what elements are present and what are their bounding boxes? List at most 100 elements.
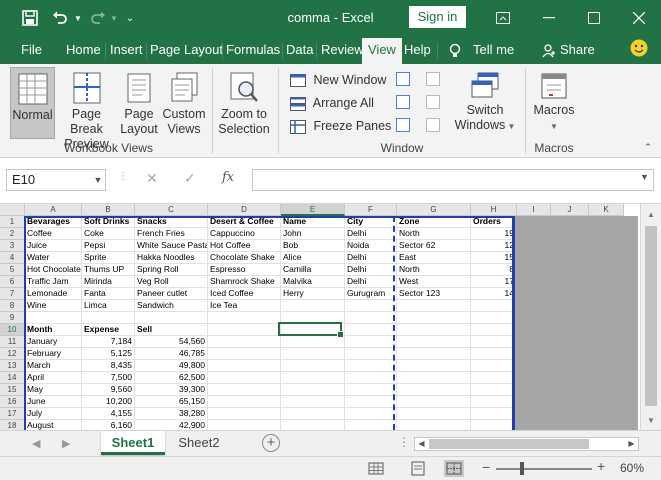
- sheet-tab-sheet1[interactable]: Sheet1: [101, 431, 165, 455]
- tab-view[interactable]: View: [362, 38, 402, 64]
- horizontal-scrollbar[interactable]: ◀ ▶: [414, 437, 639, 451]
- cell[interactable]: Gurugram: [345, 288, 397, 300]
- cell[interactable]: [208, 348, 281, 360]
- formula-bar-options-icon[interactable]: ⋮: [118, 171, 128, 182]
- page-break-right[interactable]: [512, 216, 515, 430]
- cell[interactable]: Paneer cutlet: [135, 288, 208, 300]
- page-break-preview-icon[interactable]: [444, 460, 464, 477]
- name-box-dropdown-icon[interactable]: ▼: [90, 169, 106, 191]
- cell[interactable]: 65,150: [135, 396, 208, 408]
- add-sheet-icon[interactable]: +: [262, 434, 280, 452]
- column-header[interactable]: K: [589, 204, 624, 216]
- synchronous-scrolling-icon[interactable]: [426, 95, 440, 109]
- horizontal-scroll-thumb[interactable]: [429, 439, 589, 449]
- zoom-level[interactable]: 60%: [620, 461, 644, 475]
- unhide-icon[interactable]: [396, 118, 410, 132]
- cell[interactable]: North: [397, 228, 471, 240]
- cell[interactable]: 7,500: [82, 372, 135, 384]
- collapse-ribbon-icon[interactable]: ⌃: [640, 140, 656, 154]
- cell[interactable]: Coke: [82, 228, 135, 240]
- zoom-to-selection-button[interactable]: Zoom to Selection: [215, 67, 273, 139]
- page-layout-icon[interactable]: [408, 460, 428, 477]
- cell[interactable]: [208, 324, 281, 336]
- cell[interactable]: 17: [471, 276, 517, 288]
- cell[interactable]: 14: [471, 288, 517, 300]
- cell[interactable]: [281, 348, 345, 360]
- row-header[interactable]: 17: [0, 408, 25, 420]
- scroll-up-icon[interactable]: ▲: [641, 208, 661, 222]
- cell[interactable]: [471, 360, 517, 372]
- cell[interactable]: [25, 312, 82, 324]
- expand-formula-bar-icon[interactable]: ▼: [640, 172, 649, 182]
- cell[interactable]: [208, 360, 281, 372]
- vertical-scroll-thumb[interactable]: [645, 226, 657, 406]
- cell[interactable]: [397, 300, 471, 312]
- column-header[interactable]: J: [551, 204, 589, 216]
- cell[interactable]: White Sauce Pasta: [135, 240, 208, 252]
- column-header[interactable]: F: [345, 204, 397, 216]
- cell[interactable]: [471, 384, 517, 396]
- undo-dropdown-icon[interactable]: ▼: [72, 0, 84, 36]
- tell-me-icon[interactable]: [443, 36, 467, 64]
- cell[interactable]: [397, 408, 471, 420]
- cell[interactable]: [397, 336, 471, 348]
- row-header[interactable]: 14: [0, 372, 25, 384]
- cell[interactable]: Sector 123: [397, 288, 471, 300]
- scroll-left-icon[interactable]: ◀: [415, 437, 428, 451]
- cell[interactable]: Sell: [135, 324, 208, 336]
- row-header[interactable]: 10: [0, 324, 25, 336]
- cell[interactable]: [345, 300, 397, 312]
- cell[interactable]: [82, 312, 135, 324]
- row-header[interactable]: 15: [0, 384, 25, 396]
- cell[interactable]: Shamrock Shake: [208, 276, 281, 288]
- freeze-panes-button[interactable]: Freeze Panes ▼: [290, 116, 403, 136]
- cell[interactable]: Mirinda: [82, 276, 135, 288]
- cell[interactable]: Hakka Noodles: [135, 252, 208, 264]
- cell[interactable]: Sprite: [82, 252, 135, 264]
- tab-page-layout[interactable]: Page Layout: [144, 36, 229, 64]
- row-header[interactable]: 9: [0, 312, 25, 324]
- normal-view-icon[interactable]: [366, 460, 386, 477]
- cell[interactable]: August: [25, 420, 82, 430]
- cell[interactable]: Pepsi: [82, 240, 135, 252]
- cell[interactable]: [471, 336, 517, 348]
- cell[interactable]: [208, 396, 281, 408]
- arrange-all-button[interactable]: Arrange All: [290, 93, 374, 113]
- cell[interactable]: [397, 372, 471, 384]
- row-header[interactable]: 3: [0, 240, 25, 252]
- page-break-dashed[interactable]: [393, 216, 395, 430]
- view-side-by-side-icon[interactable]: [426, 72, 440, 86]
- cell[interactable]: 6,160: [82, 420, 135, 430]
- cell[interactable]: [208, 408, 281, 420]
- cell[interactable]: [345, 348, 397, 360]
- new-window-button[interactable]: New Window: [290, 70, 386, 90]
- macros-button[interactable]: Macros ▼: [530, 67, 578, 139]
- cell[interactable]: Cappuccino: [208, 228, 281, 240]
- column-header[interactable]: E: [281, 204, 345, 216]
- cell[interactable]: [345, 384, 397, 396]
- sign-in-button[interactable]: Sign in: [409, 6, 466, 28]
- split-icon[interactable]: [396, 72, 410, 86]
- cell[interactable]: Sandwich: [135, 300, 208, 312]
- scroll-right-icon[interactable]: ▶: [625, 437, 638, 451]
- cell[interactable]: [397, 396, 471, 408]
- outside-print-area[interactable]: [514, 216, 638, 430]
- cell[interactable]: 54,560: [135, 336, 208, 348]
- cell[interactable]: [345, 372, 397, 384]
- cell[interactable]: Ice Tea: [208, 300, 281, 312]
- cell[interactable]: Noida: [345, 240, 397, 252]
- cell[interactable]: May: [25, 384, 82, 396]
- cell[interactable]: [208, 336, 281, 348]
- cell[interactable]: 8,435: [82, 360, 135, 372]
- cell[interactable]: Camilla: [281, 264, 345, 276]
- zoom-slider[interactable]: [496, 468, 592, 470]
- tab-data[interactable]: Data: [280, 36, 319, 64]
- cell[interactable]: Delhi: [345, 276, 397, 288]
- cell[interactable]: Bob: [281, 240, 345, 252]
- cell[interactable]: [281, 420, 345, 430]
- column-header[interactable]: C: [135, 204, 208, 216]
- zoom-out-icon[interactable]: −: [482, 459, 490, 475]
- column-header[interactable]: B: [82, 204, 135, 216]
- cell[interactable]: French Fries: [135, 228, 208, 240]
- tab-home[interactable]: Home: [60, 36, 107, 64]
